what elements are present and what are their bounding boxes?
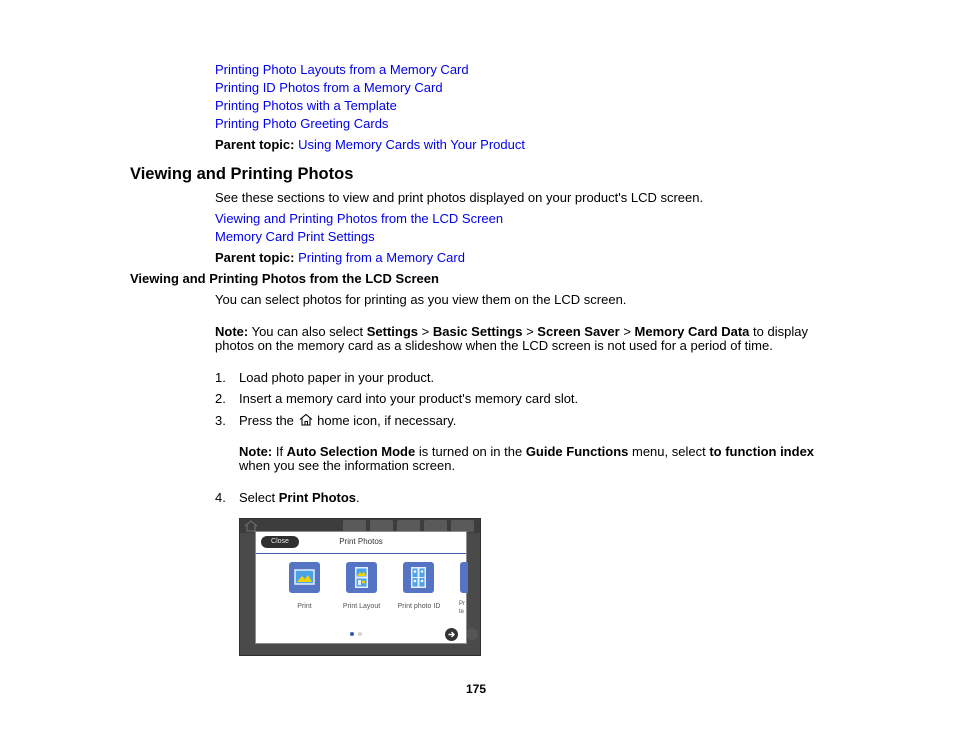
- lcd-print-photo-id-tile: [403, 562, 434, 593]
- lcd-print-tile: [289, 562, 320, 593]
- lcd-print-photos-dialog: Print Photos Close Print Print Layout Pr…: [255, 531, 468, 644]
- step-number: 4.: [215, 490, 226, 505]
- lcd-print-photo-id-label: Print photo ID: [397, 603, 441, 610]
- lcd-print-template-label: Pr te: [459, 601, 465, 615]
- link-printing-photo-layouts[interactable]: Printing Photo Layouts from a Memory Car…: [215, 62, 469, 78]
- lcd-print-layout-label: Print Layout: [342, 603, 381, 610]
- print-photos-label: Print Photos: [278, 490, 357, 505]
- parent-topic-link[interactable]: Printing from a Memory Card: [298, 250, 465, 265]
- note-label: Note:: [215, 324, 249, 339]
- menu-basic-settings: Basic Settings: [432, 324, 523, 339]
- subsection-title: Viewing and Printing Photos from the LCD…: [130, 271, 439, 286]
- link-printing-photos-template[interactable]: Printing Photos with a Template: [215, 98, 397, 114]
- step-text: Select Print Photos.: [239, 490, 360, 506]
- note-text: to display: [749, 324, 808, 339]
- to-function-index: to function index: [709, 444, 815, 459]
- parent-topic-link[interactable]: Using Memory Cards with Your Product: [298, 137, 525, 152]
- layout-icon: [355, 567, 368, 588]
- lcd-screenshot: Print Photos Close Print Print Layout Pr…: [239, 518, 481, 656]
- menu-memory-card-data: Memory Card Data: [634, 324, 750, 339]
- lcd-page-dot: [358, 632, 362, 636]
- note-text: >: [619, 324, 635, 339]
- link-printing-id-photos[interactable]: Printing ID Photos from a Memory Card: [215, 80, 443, 96]
- note-text: >: [418, 324, 433, 339]
- step-text-pre: Select: [239, 490, 279, 505]
- page-number: 175: [466, 682, 487, 696]
- section-title: Viewing and Printing Photos: [130, 165, 354, 183]
- lcd-print-layout-tile: [346, 562, 377, 593]
- step-number: 3.: [215, 413, 226, 428]
- link-memory-card-print-settings[interactable]: Memory Card Print Settings: [215, 229, 375, 245]
- note-text: >: [522, 324, 538, 339]
- lcd-side-arrow-icon: [466, 628, 478, 640]
- step-text-post: .: [356, 490, 360, 505]
- lcd-page-dot-active: [350, 632, 354, 636]
- link-printing-greeting-cards[interactable]: Printing Photo Greeting Cards: [215, 116, 388, 132]
- menu-settings: Settings: [366, 324, 419, 339]
- home-icon: [298, 413, 314, 426]
- note-text: You can also select: [248, 324, 367, 339]
- step-text: Insert a memory card into your product's…: [239, 391, 579, 406]
- menu-screen-saver: Screen Saver: [537, 324, 620, 339]
- note-label: Note:: [239, 444, 273, 459]
- lcd-close-button: Close: [261, 536, 299, 548]
- note-text: If: [272, 444, 287, 459]
- id-photo-icon: [411, 567, 426, 588]
- step-number: 2.: [215, 391, 226, 406]
- note-text: is turned on in the: [415, 444, 526, 459]
- auto-selection-mode: Auto Selection Mode: [286, 444, 416, 459]
- note-auto-selection-line2: when you see the information screen.: [239, 458, 456, 473]
- step-text-post: home icon, if necessary.: [313, 413, 457, 428]
- step-number: 1.: [215, 370, 226, 385]
- lcd-next-arrow-icon: [445, 628, 458, 641]
- photo-icon: [294, 569, 315, 585]
- note-text: menu, select: [628, 444, 710, 459]
- guide-functions: Guide Functions: [525, 444, 629, 459]
- step-text: Load photo paper in your product.: [239, 370, 435, 385]
- lcd-print-template-tile: [460, 562, 468, 593]
- subsection-intro: You can select photos for printing as yo…: [215, 292, 627, 307]
- section-intro: See these sections to view and print pho…: [215, 190, 704, 205]
- parent-topic-1: Parent topic: Using Memory Cards with Yo…: [215, 137, 525, 153]
- parent-topic-2: Parent topic: Printing from a Memory Car…: [215, 250, 465, 266]
- parent-topic-label: Parent topic:: [215, 250, 295, 265]
- step-text: Press the home icon, if necessary.: [239, 413, 456, 429]
- lcd-print-label: Print: [297, 603, 312, 610]
- link-viewing-printing-lcd[interactable]: Viewing and Printing Photos from the LCD…: [215, 211, 503, 227]
- note-settings-line2: photos on the memory card as a slideshow…: [215, 338, 773, 353]
- parent-topic-label: Parent topic:: [215, 137, 295, 152]
- lcd-dialog-header: Print Photos Close: [256, 532, 466, 554]
- step-text-pre: Press the: [239, 413, 298, 428]
